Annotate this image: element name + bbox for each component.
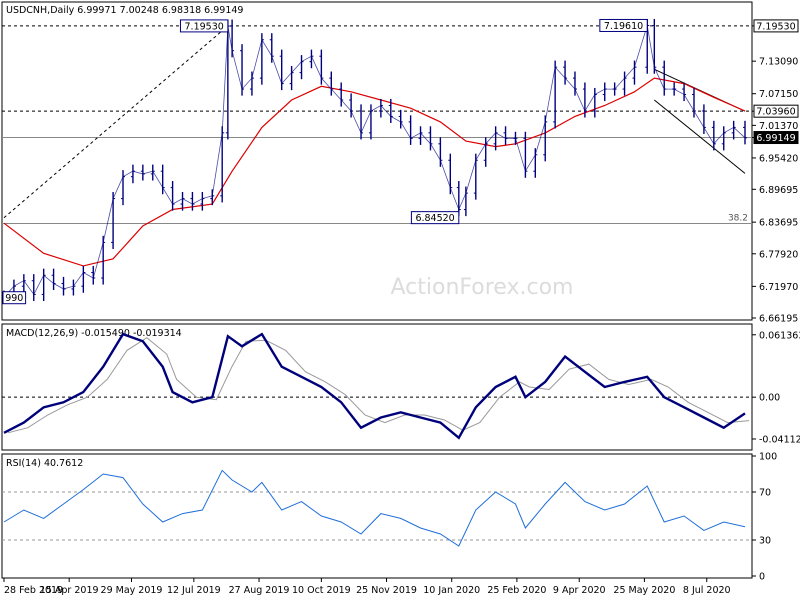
price-tick-label: 7.01370 [759, 121, 798, 132]
x-tick-label: 29 May 2019 [101, 585, 163, 596]
x-tick-label: 12 Jul 2019 [167, 585, 221, 596]
price-tick-label: 6.95420 [759, 153, 798, 164]
x-tick-label: 9 Apr 2020 [553, 585, 606, 596]
price-label-text: 7.03960 [756, 107, 795, 118]
fib-level-label: 38.2 [728, 214, 748, 224]
rsi-tick-label: 30 [759, 536, 771, 547]
x-tick-label: 10 Oct 2019 [292, 585, 351, 596]
chart-svg: ActionForex.com USDCNH,Daily 6.99971 7.0… [0, 0, 800, 600]
rsi-chart-title: RSI(14) 40.7612 [6, 458, 83, 469]
x-tick-label: 10 Jan 2020 [423, 585, 480, 596]
price-label-text: 6.99149 [756, 133, 795, 144]
annotation-text: 6.84520 [415, 213, 454, 224]
rsi-tick-label: 70 [759, 488, 771, 499]
price-tick-label: 6.77920 [759, 249, 798, 260]
price-tick-label: 6.71970 [759, 282, 798, 293]
x-tick-label: 8 Jul 2020 [683, 585, 731, 596]
macd-chart-title: MACD(12,26,9) -0.015490 -0.019314 [6, 328, 182, 339]
price-tick-label: 6.66195 [759, 314, 798, 325]
rsi-tick-label: 0 [759, 572, 765, 583]
annotation-text: 990 [5, 293, 23, 304]
x-tick-label: 25 May 2020 [613, 585, 675, 596]
macd-tick-label: 0.061363 [759, 330, 800, 341]
price-tick-label: 6.83695 [759, 218, 798, 229]
x-tick-label: 15 Apr 2019 [40, 585, 99, 596]
x-tick-label: 25 Feb 2020 [487, 585, 546, 596]
price-tick-label: 6.89695 [759, 185, 798, 196]
macd-tick-label: -0.041124 [759, 434, 800, 445]
chart-container: ActionForex.com USDCNH,Daily 6.99971 7.0… [0, 0, 800, 600]
price-chart-title: USDCNH,Daily 6.99971 7.00248 6.98318 6.9… [6, 5, 243, 16]
price-tick-label: 7.13090 [759, 57, 798, 68]
x-tick-label: 25 Nov 2019 [356, 585, 417, 596]
annotation-text: 7.19530 [185, 21, 224, 32]
price-label-text: 7.19530 [756, 21, 795, 32]
rsi-tick-label: 100 [759, 452, 777, 463]
x-tick-label: 27 Aug 2019 [229, 585, 290, 596]
price-tick-label: 7.07150 [759, 89, 798, 100]
watermark: ActionForex.com [391, 275, 574, 300]
annotation-text: 7.19610 [604, 21, 643, 32]
macd-tick-label: 0.00 [759, 393, 780, 404]
